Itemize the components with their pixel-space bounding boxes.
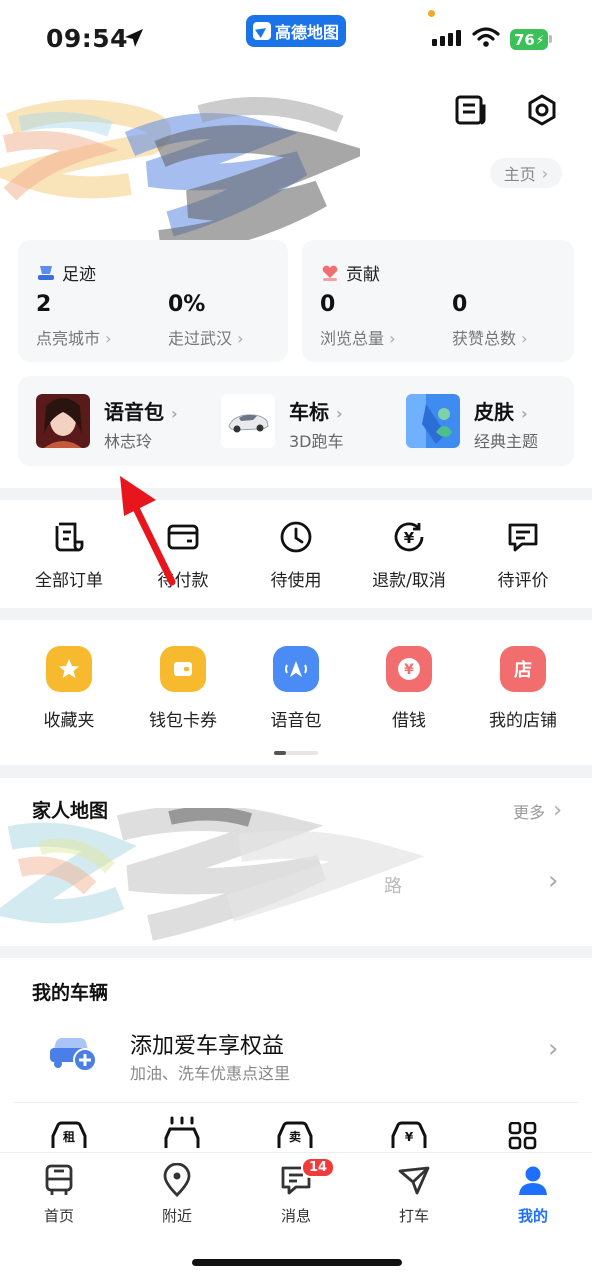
yuan-icon: ¥ xyxy=(386,646,432,692)
order-to-review[interactable]: 待评价 xyxy=(464,520,582,591)
voice-pack-avatar xyxy=(36,394,90,448)
taxi-icon xyxy=(398,1166,430,1195)
location-arrow-icon xyxy=(125,29,143,47)
car-image xyxy=(221,394,275,448)
personalization-card: 语音包 › 林志玲 车标 › 3D跑车 皮肤 › 经典主题 xyxy=(18,376,574,466)
svg-text:¥: ¥ xyxy=(404,529,415,547)
home-indicator[interactable] xyxy=(192,1259,402,1266)
clock-icon xyxy=(280,521,312,553)
svg-text:¥: ¥ xyxy=(404,662,414,678)
chevron-right-icon: › xyxy=(541,163,549,183)
tab-messages[interactable]: 14 消息 xyxy=(237,1157,355,1226)
tool-wallet[interactable]: 钱包卡券 xyxy=(124,646,242,731)
stat-link-views[interactable]: 浏览总量 › xyxy=(320,325,396,349)
tools-section: 收藏夹 钱包卡券 语音包 ¥ 借钱 店 我的店铺 xyxy=(0,620,592,765)
chevron-right-icon: › xyxy=(170,404,178,423)
stat-link-likes[interactable]: 获赞总数 › xyxy=(452,325,528,349)
footprints-icon xyxy=(38,265,54,280)
redacted-family-scribble xyxy=(0,808,425,941)
rent-car-icon[interactable]: 租 xyxy=(50,1120,88,1150)
stat-link-lit-cities[interactable]: 点亮城市 › xyxy=(36,325,112,349)
chevron-right-icon: › xyxy=(520,404,528,423)
add-car-title: 添加爱车享权益 xyxy=(130,1034,285,1059)
person-icon xyxy=(519,1166,547,1195)
privacy-dot xyxy=(428,10,435,17)
redacted-profile-scribble xyxy=(0,97,360,258)
stat-link-wuhan[interactable]: 走过武汉 › xyxy=(168,325,244,349)
amap-logo-icon xyxy=(252,22,271,40)
order-list-icon xyxy=(55,522,84,552)
tool-favorites[interactable]: 收藏夹 xyxy=(10,646,128,731)
tool-borrow-money[interactable]: ¥ 借钱 xyxy=(350,646,468,731)
stat-value: 0 xyxy=(320,292,336,317)
contributions-title: 贡献 xyxy=(346,265,380,285)
app-indicator-pill[interactable]: 高德地图 xyxy=(246,15,346,47)
tab-nearby[interactable]: 附近 xyxy=(118,1162,236,1226)
chevron-right-icon: › xyxy=(553,798,562,823)
tab-home[interactable]: 首页 xyxy=(0,1163,118,1226)
order-to-use[interactable]: 待使用 xyxy=(237,520,355,591)
tool-my-shop[interactable]: 店 我的店铺 xyxy=(464,646,582,731)
homepage-link[interactable]: 主页 › xyxy=(490,158,562,188)
vehicles-section: 我的车辆 添加爱车享权益 加油、洗车优惠点这里 › 租 卖 ¥ xyxy=(0,958,592,1158)
wifi-icon xyxy=(472,27,500,47)
message-badge: 14 xyxy=(301,1157,336,1178)
cellular-signal-icon xyxy=(432,30,461,46)
app-name: 高德地图 xyxy=(274,23,339,42)
footprints-title: 足迹 xyxy=(62,265,96,285)
battery-cap xyxy=(549,35,552,43)
tool-voice-pack[interactable]: 语音包 xyxy=(237,646,355,731)
comment-icon xyxy=(508,523,538,552)
svg-text:¥: ¥ xyxy=(405,1130,414,1144)
sell-car-icon[interactable]: 卖 xyxy=(276,1120,314,1150)
chevron-right-icon: › xyxy=(237,329,244,348)
chevron-right-icon: › xyxy=(548,1034,559,1064)
location-pin-icon xyxy=(163,1162,191,1197)
stat-value: 0% xyxy=(168,292,206,317)
page-indicator xyxy=(274,751,318,755)
order-refund[interactable]: ¥ 退款/取消 xyxy=(350,520,468,591)
skin-image xyxy=(406,394,460,448)
status-bar: 09:54 高德地图 76 ⚡ xyxy=(0,0,592,78)
orders-section: 全部订单 待付款 待使用 ¥ 退款/取消 待评价 xyxy=(0,500,592,608)
refund-icon: ¥ xyxy=(394,522,424,552)
star-icon xyxy=(46,646,92,692)
svg-text:卖: 卖 xyxy=(289,1129,301,1144)
stat-value: 2 xyxy=(36,292,52,317)
annotation-arrow xyxy=(120,476,176,586)
add-car-subtitle: 加油、洗车优惠点这里 xyxy=(130,1064,291,1083)
svg-text:租: 租 xyxy=(63,1130,75,1144)
tab-taxi[interactable]: 打车 xyxy=(355,1163,473,1226)
car-wash-icon[interactable] xyxy=(162,1116,202,1150)
battery-indicator: 76 ⚡ xyxy=(510,29,548,50)
tab-me[interactable]: 我的 xyxy=(474,1163,592,1226)
news-icon[interactable] xyxy=(454,94,486,126)
stat-value: 0 xyxy=(452,292,468,317)
wallet-icon xyxy=(160,646,206,692)
heart-hand-icon xyxy=(322,265,338,281)
shop-icon: 店 xyxy=(500,646,546,692)
status-time: 09:54 xyxy=(46,24,129,53)
add-car-icon xyxy=(50,1038,97,1072)
vehicles-title: 我的车辆 xyxy=(32,982,109,1004)
footprints-card[interactable]: 足迹 2 点亮城市 › 0% 走过武汉 › xyxy=(18,240,288,362)
car-loan-icon[interactable]: ¥ xyxy=(390,1120,428,1150)
chevron-right-icon[interactable]: › xyxy=(548,866,558,896)
family-map-section: 家人地图 更多 › 路 › xyxy=(0,778,592,946)
settings-icon[interactable] xyxy=(526,94,558,126)
grid-more-icon[interactable] xyxy=(508,1122,538,1150)
contributions-card[interactable]: 贡献 0 浏览总量 › 0 获赞总数 › xyxy=(302,240,574,362)
family-map-more[interactable]: 更多 › xyxy=(513,798,562,823)
chevron-right-icon: › xyxy=(521,329,528,348)
family-location-partial: 路 xyxy=(384,876,402,897)
voice-icon xyxy=(273,646,319,692)
chevron-right-icon: › xyxy=(389,329,396,348)
divider xyxy=(14,1102,578,1103)
chevron-right-icon: › xyxy=(105,329,112,348)
bus-icon xyxy=(45,1164,73,1195)
chevron-right-icon: › xyxy=(335,404,343,423)
